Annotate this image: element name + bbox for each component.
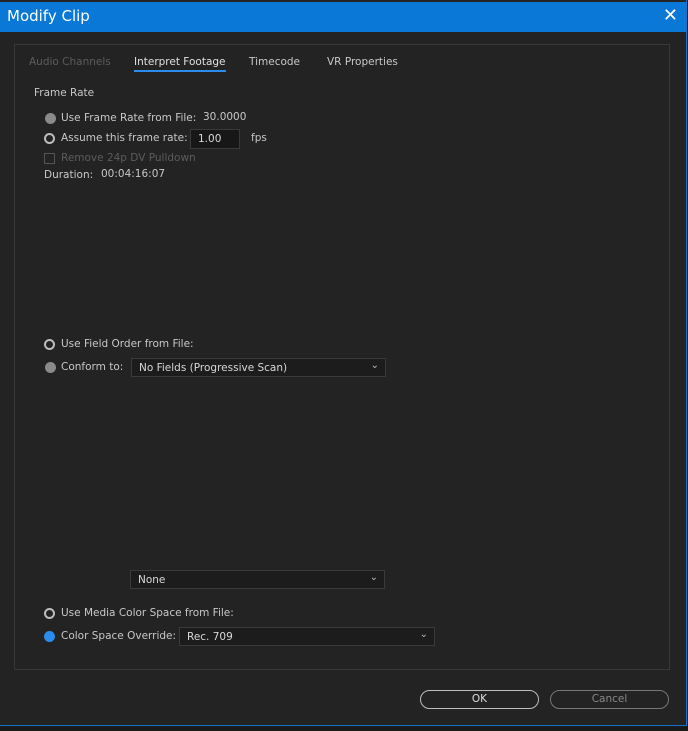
conform-to-radio[interactable] (45, 362, 56, 373)
title-bar: Modify Clip ✕ (0, 2, 686, 32)
modify-clip-dialog: Modify Clip ✕ Audio Channels Interpret F… (0, 0, 687, 726)
alpha-select-value: None (138, 574, 166, 586)
frame-rate-heading: Frame Rate (34, 87, 95, 99)
duration-label: Duration: (44, 169, 94, 181)
color-space-override-radio[interactable] (44, 631, 55, 642)
dialog-title: Modify Clip (7, 7, 90, 25)
use-field-order-label: Use Field Order from File: (61, 338, 194, 350)
fps-label: fps (251, 132, 267, 144)
ok-button[interactable]: OK (420, 690, 539, 709)
chevron-down-icon: ⌄ (369, 572, 378, 583)
chevron-down-icon: ⌄ (370, 360, 379, 371)
tab-vr-properties[interactable]: VR Properties (327, 56, 398, 68)
chevron-down-icon: ⌄ (419, 629, 428, 640)
use-media-color-space-radio[interactable] (44, 608, 55, 619)
remove-pulldown-checkbox (44, 153, 55, 164)
use-field-order-radio[interactable] (44, 339, 55, 350)
file-frame-rate: 30.0000 (203, 111, 247, 123)
tab-interpret-footage[interactable]: Interpret Footage (134, 56, 226, 72)
assume-frame-rate-radio[interactable] (44, 133, 55, 144)
color-space-override-label: Color Space Override: (61, 630, 177, 642)
conform-to-select[interactable]: No Fields (Progressive Scan) ⌄ (131, 358, 386, 377)
use-frame-rate-label: Use Frame Rate from File: (61, 112, 197, 124)
use-frame-rate-from-file-radio[interactable] (45, 113, 56, 124)
frame-rate-input[interactable]: 1.00 (190, 129, 240, 149)
use-media-color-space-label: Use Media Color Space from File: (61, 607, 234, 619)
remove-pulldown-label: Remove 24p DV Pulldown (61, 152, 196, 164)
assume-frame-rate-label: Assume this frame rate: (61, 132, 188, 144)
alpha-select[interactable]: None ⌄ (130, 570, 385, 589)
color-space-select[interactable]: Rec. 709 ⌄ (179, 627, 435, 646)
close-icon[interactable]: ✕ (663, 5, 678, 26)
tab-audio-channels: Audio Channels (29, 56, 111, 68)
conform-to-value: No Fields (Progressive Scan) (139, 362, 288, 374)
duration-value: 00:04:16:07 (101, 168, 166, 180)
conform-to-label: Conform to: (61, 361, 124, 373)
cancel-button[interactable]: Cancel (550, 690, 669, 709)
tab-timecode[interactable]: Timecode (249, 56, 300, 68)
color-space-value: Rec. 709 (187, 631, 233, 643)
